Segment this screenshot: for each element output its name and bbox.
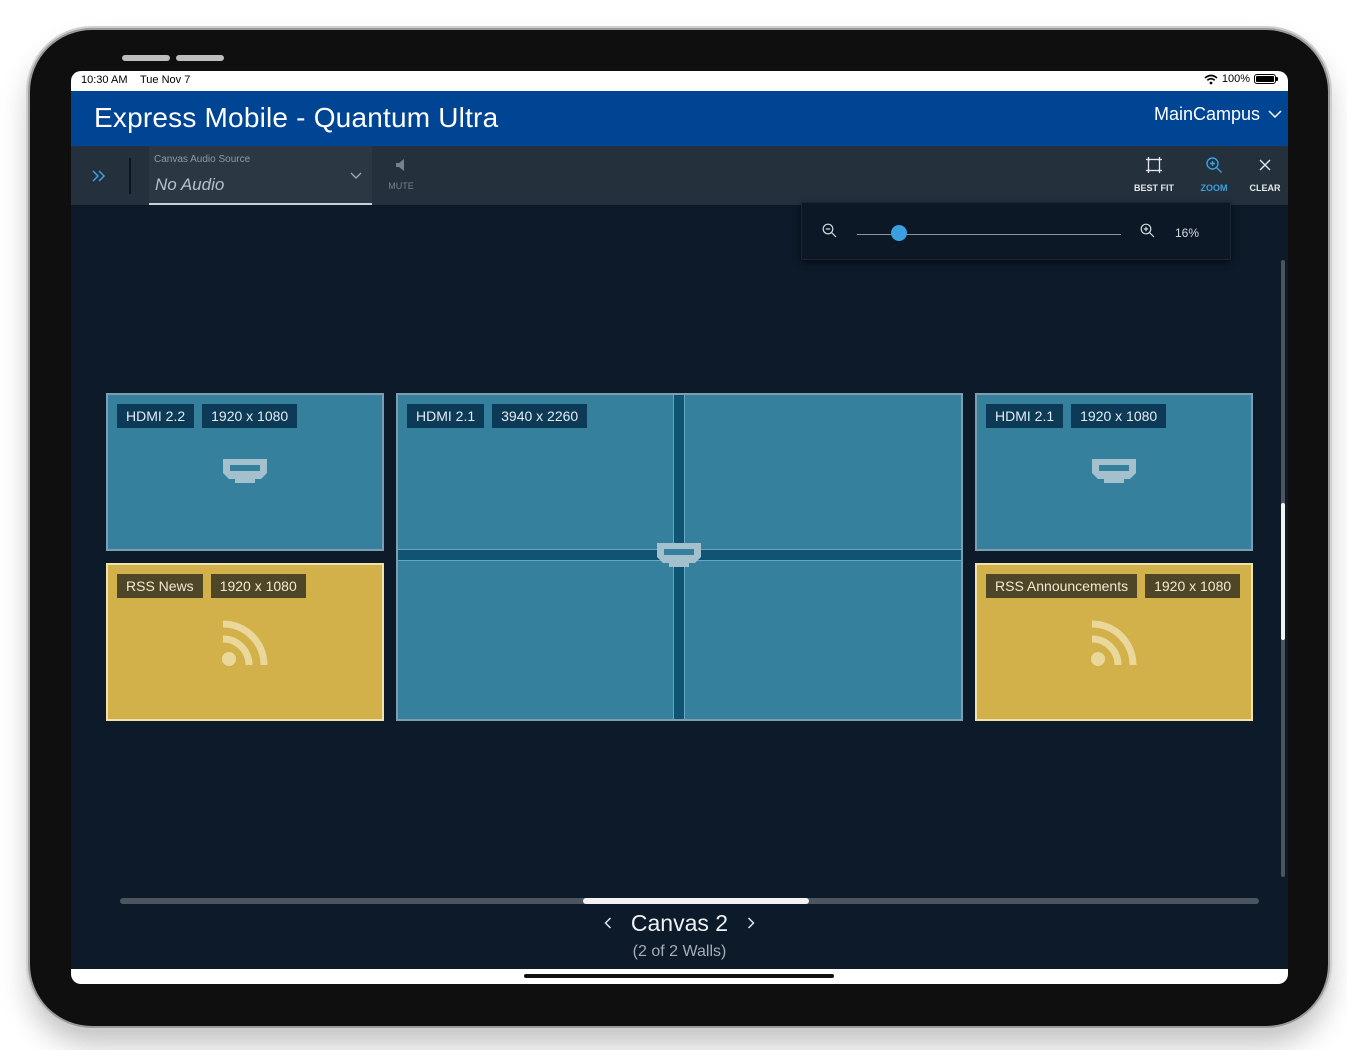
- resolution-tag: 1920 x 1080: [210, 574, 306, 598]
- volume-button: [176, 55, 224, 61]
- walls-count: (2 of 2 Walls): [632, 943, 727, 960]
- source-tile-hdmi[interactable]: HDMI 2.2 1920 x 1080: [106, 393, 384, 551]
- battery-icon: [1254, 74, 1278, 84]
- mute-button[interactable]: MUTE: [383, 158, 419, 191]
- chevron-right-icon: [748, 917, 755, 929]
- close-icon: [1259, 159, 1271, 171]
- best-fit-button[interactable]: BEST FIT: [1128, 156, 1180, 193]
- resolution-tag: 1920 x 1080: [1071, 404, 1167, 428]
- source-tile-rss[interactable]: RSS News 1920 x 1080: [106, 563, 384, 721]
- rss-icon: [222, 620, 268, 666]
- status-date: Tue Nov 7: [140, 74, 191, 86]
- hdmi-icon: [1092, 459, 1136, 483]
- home-bar: [71, 969, 1288, 984]
- hdmi-icon: [223, 459, 267, 483]
- zoom-out-icon[interactable]: [822, 223, 837, 238]
- previous-canvas-button[interactable]: [601, 913, 615, 934]
- resolution-tag: 1920 x 1080: [1145, 574, 1241, 598]
- app-title: Express Mobile - Quantum Ultra: [94, 102, 499, 133]
- canvas-navigator: Canvas 2 (2 of 2 Walls): [71, 909, 1288, 961]
- best-fit-icon: [1146, 157, 1162, 173]
- resolution-tag: 3940 x 2260: [492, 404, 588, 428]
- source-tile-hdmi[interactable]: HDMI 2.1 1920 x 1080: [975, 393, 1253, 551]
- zoom-slider-thumb[interactable]: [891, 225, 908, 241]
- volume-button: [122, 55, 170, 61]
- home-indicator[interactable]: [524, 974, 834, 978]
- source-name-tag: RSS News: [117, 574, 203, 598]
- toolbar-divider: [129, 158, 131, 194]
- zoom-label: ZOOM: [1200, 183, 1228, 193]
- zoom-popover: 16%: [801, 202, 1231, 260]
- screen: 10:30 AM Tue Nov 7 100% Express Mobile -…: [71, 71, 1288, 984]
- zoom-in-icon: [1206, 157, 1222, 173]
- campus-selector[interactable]: MainCampus: [1154, 104, 1282, 125]
- zoom-in-icon[interactable]: [1140, 223, 1155, 238]
- audio-source-label: Canvas Audio Source: [154, 154, 251, 165]
- status-time: 10:30 AM: [81, 74, 128, 86]
- app-header: Express Mobile - Quantum Ultra MainCampu…: [71, 91, 1288, 146]
- double-chevron-right-icon: [92, 169, 106, 182]
- horizontal-scrollbar-thumb[interactable]: [583, 898, 809, 904]
- clear-button[interactable]: CLEAR: [1239, 156, 1288, 193]
- status-bar: 10:30 AM Tue Nov 7 100%: [71, 71, 1288, 91]
- canvas-name: Canvas 2: [630, 910, 729, 936]
- chevron-down-icon: [350, 172, 362, 179]
- vertical-scrollbar-thumb[interactable]: [1281, 503, 1285, 640]
- next-canvas-button[interactable]: [744, 913, 758, 934]
- audio-source-value: No Audio: [155, 175, 225, 194]
- source-tile-hdmi-large[interactable]: HDMI 2.1 3940 x 2260: [396, 393, 963, 721]
- expand-sidebar-button[interactable]: [71, 146, 127, 205]
- rss-icon: [1091, 620, 1137, 666]
- source-name-tag: HDMI 2.2: [117, 404, 195, 428]
- wifi-icon: [1204, 74, 1218, 84]
- source-tile-rss[interactable]: RSS Announcements 1920 x 1080: [975, 563, 1253, 721]
- audio-source-dropdown[interactable]: Canvas Audio Source No Audio: [149, 146, 372, 205]
- source-name-tag: HDMI 2.1: [986, 404, 1064, 428]
- zoom-percent: 16%: [1175, 226, 1200, 240]
- mute-label: MUTE: [388, 181, 414, 191]
- battery-percent: 100%: [1221, 73, 1250, 85]
- speaker-icon: [396, 159, 404, 171]
- canvas-toolbar: Canvas Audio Source No Audio MUTE BEST F…: [71, 146, 1288, 205]
- chevron-left-icon: [604, 917, 611, 929]
- campus-label: MainCampus: [1153, 104, 1260, 124]
- resolution-tag: 1920 x 1080: [202, 404, 298, 428]
- source-name-tag: HDMI 2.1: [407, 404, 485, 428]
- best-fit-label: BEST FIT: [1134, 183, 1174, 193]
- source-name-tag: RSS Announcements: [986, 574, 1138, 598]
- clear-label: CLEAR: [1249, 183, 1281, 193]
- chevron-down-icon: [1268, 110, 1282, 119]
- hdmi-icon: [657, 543, 701, 567]
- zoom-button[interactable]: ZOOM: [1188, 156, 1240, 193]
